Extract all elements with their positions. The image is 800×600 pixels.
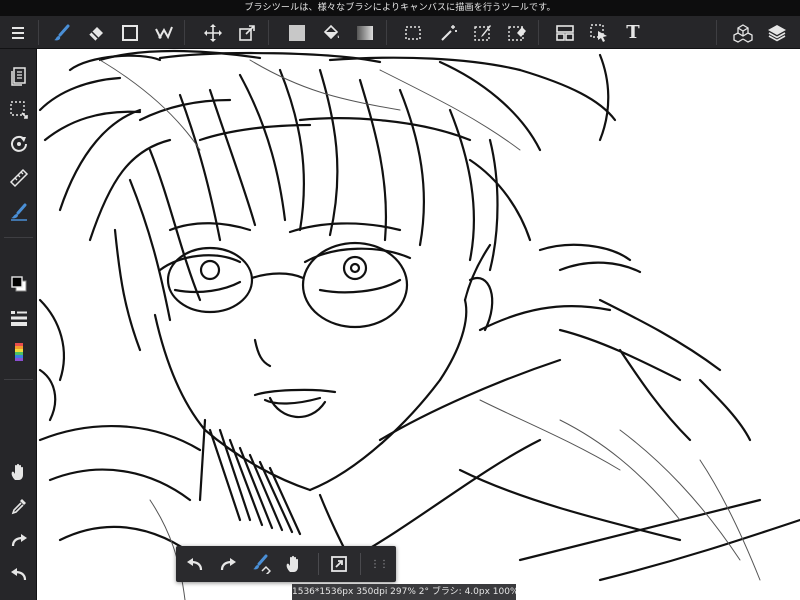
- eyedropper-icon: [11, 499, 26, 515]
- select-eraser-button[interactable]: [502, 16, 532, 49]
- color-picker-button[interactable]: [0, 337, 37, 367]
- redo-icon: [11, 534, 27, 547]
- shape-tool-button[interactable]: [115, 16, 145, 49]
- move-tool-button[interactable]: [198, 16, 228, 49]
- brush-tool-button[interactable]: [47, 16, 77, 49]
- quick-redo-button[interactable]: [211, 546, 245, 582]
- ruler-button[interactable]: [0, 163, 37, 193]
- move-icon: [204, 23, 222, 42]
- magic-wand-icon: [441, 24, 457, 41]
- select-pen-icon: [474, 24, 491, 41]
- brush-list-button[interactable]: [0, 303, 37, 333]
- main-toolbar: T: [0, 16, 800, 49]
- text-icon: T: [626, 22, 640, 43]
- snap-brush-button[interactable]: [0, 197, 37, 227]
- transform-tool-button[interactable]: [232, 16, 262, 49]
- undo-button[interactable]: [0, 559, 37, 589]
- canvas-fit-icon: [331, 556, 347, 572]
- select-layer-button[interactable]: [584, 16, 614, 49]
- quick-canvas-fit-button[interactable]: [322, 546, 356, 582]
- fill-color-button[interactable]: [282, 16, 312, 49]
- hand-tool-button[interactable]: [0, 457, 37, 487]
- snap-brush-icon: [10, 203, 27, 221]
- grip-icon: ⋮⋮: [370, 558, 389, 570]
- quick-bar-grip[interactable]: ⋮⋮: [362, 546, 396, 582]
- layout-icon: [556, 24, 574, 41]
- bucket-tool-button[interactable]: [316, 16, 346, 49]
- ruler-icon: [9, 168, 28, 188]
- hand-icon: [11, 463, 23, 480]
- redo-icon: [220, 558, 236, 571]
- pages-icon: [10, 67, 26, 86]
- quick-brush-snap-button[interactable]: [244, 546, 278, 582]
- selection-icon: [9, 101, 28, 119]
- color-picker-icon: [14, 343, 23, 361]
- color-swatch-icon: [10, 276, 26, 292]
- select-rect-button[interactable]: [398, 16, 428, 49]
- quick-hand-button[interactable]: [277, 546, 311, 582]
- 3d-material-icon: [733, 23, 753, 43]
- status-bar: 1536*1536px 350dpi 297% 2° ブラシ: 4.0px 10…: [292, 584, 516, 600]
- brush-icon: [54, 24, 70, 40]
- color-swatch-button[interactable]: [0, 269, 37, 299]
- selection-button[interactable]: [0, 95, 37, 125]
- sketch-artwork: [38, 49, 800, 600]
- gradient-tool-button[interactable]: [350, 16, 380, 49]
- magic-wand-button[interactable]: [434, 16, 464, 49]
- redo-button[interactable]: [0, 525, 37, 555]
- quick-access-bar: ⋮⋮: [176, 546, 396, 582]
- bucket-icon: [323, 24, 339, 39]
- transform-icon: [239, 24, 255, 41]
- 3d-material-button[interactable]: [728, 16, 758, 49]
- select-pen-button[interactable]: [468, 16, 498, 49]
- rotate-icon: [10, 135, 27, 152]
- rotate-button[interactable]: [0, 129, 37, 159]
- select-rect-icon: [405, 25, 421, 40]
- tooltip-bar: ブラシツールは、様々なブラシによりキャンバスに描画を行うツールです。: [0, 0, 800, 16]
- quick-undo-button[interactable]: [178, 546, 212, 582]
- undo-icon: [187, 558, 203, 571]
- select-layer-icon: [590, 23, 607, 42]
- layout-button[interactable]: [550, 16, 580, 49]
- brush-list-icon: [10, 311, 27, 326]
- select-eraser-icon: [508, 25, 526, 41]
- smudge-tool-button[interactable]: [149, 16, 179, 49]
- menu-icon: [12, 26, 24, 39]
- left-sidebar: [0, 49, 37, 600]
- smudge-icon: [155, 26, 173, 39]
- pages-button[interactable]: [0, 61, 37, 91]
- gradient-icon: [357, 25, 373, 40]
- text-tool-button[interactable]: T: [618, 16, 648, 49]
- rect-shape-icon: [122, 24, 138, 41]
- layers-button[interactable]: [762, 16, 792, 49]
- menu-button[interactable]: [3, 16, 33, 49]
- eyedropper-button[interactable]: [0, 491, 37, 521]
- eraser-tool-button[interactable]: [81, 16, 111, 49]
- hand-icon: [286, 555, 298, 572]
- drawing-canvas[interactable]: [37, 49, 800, 600]
- fill-color-icon: [289, 24, 305, 41]
- layers-icon: [768, 24, 786, 41]
- undo-icon: [10, 568, 26, 581]
- brush-snap-icon: [253, 554, 271, 574]
- eraser-icon: [88, 26, 103, 41]
